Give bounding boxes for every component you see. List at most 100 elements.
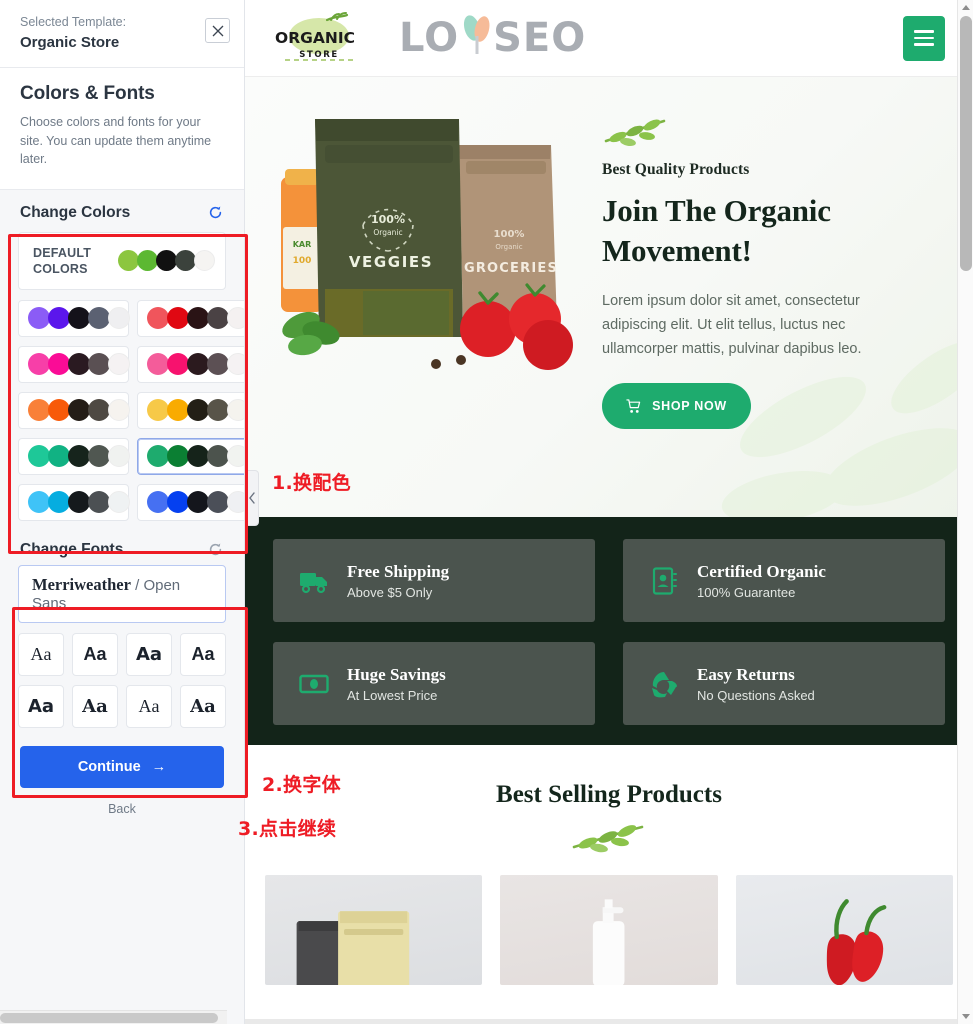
organic-store-logo[interactable]: ORGANIC STORE [267, 10, 367, 66]
hamburger-menu-button[interactable] [903, 15, 945, 61]
color-swatch [207, 399, 229, 421]
font-tile-sample: Aa [135, 643, 163, 665]
veggies-bag: 100% Organic VEGGIES [315, 119, 463, 337]
product-card[interactable] [265, 875, 483, 985]
customizer-sidebar: Selected Template: Organic Store Colors … [0, 0, 245, 1024]
feature-title: Huge Savings [347, 665, 446, 684]
scroll-up-arrow-icon[interactable] [962, 5, 970, 10]
close-icon [212, 25, 223, 36]
feature-card[interactable]: Certified Organic 100% Guarantee [623, 539, 945, 622]
hero-heading-line1: Join The Organic [602, 193, 831, 228]
shop-now-button[interactable]: SHOP NOW [602, 383, 751, 429]
sidebar-actions: Continue → Back [0, 728, 244, 816]
selected-template-name: Organic Store [20, 34, 120, 51]
product-card[interactable] [735, 875, 953, 985]
font-tile-4[interactable]: Aa [18, 684, 64, 728]
svg-text:100: 100 [293, 256, 312, 266]
color-swatch [28, 307, 50, 329]
delivery-truck-icon [299, 566, 329, 596]
palette-option-magenta[interactable] [18, 345, 130, 383]
product-card[interactable] [500, 875, 718, 985]
feature-card[interactable]: Huge Savings At Lowest Price [273, 642, 595, 725]
money-note-icon [299, 674, 329, 693]
feature-title: Certified Organic [697, 562, 826, 581]
annotation-2: 2.换字体 [262, 774, 341, 796]
font-tile-7[interactable]: Aa [180, 684, 226, 728]
font-tile-6[interactable]: Aa [126, 684, 172, 728]
continue-button[interactable]: Continue → [20, 745, 224, 788]
color-swatch [147, 353, 169, 375]
collapse-sidebar-handle[interactable] [245, 470, 259, 526]
palette-swatches [28, 307, 130, 329]
color-swatch [227, 445, 244, 467]
scrollbar-thumb[interactable] [960, 16, 972, 271]
reset-fonts-button[interactable] [206, 541, 224, 559]
color-swatch [28, 491, 50, 513]
font-tile-1[interactable]: Aa [72, 632, 118, 676]
site-preview: ORGANIC STORE LO SEO KAR 100 100% Organi… [245, 0, 973, 1024]
arrow-right-icon: → [151, 758, 167, 775]
palette-option-purple[interactable] [18, 299, 130, 337]
font-tile-3[interactable]: Aa [180, 632, 226, 676]
chevron-left-icon [248, 492, 255, 504]
palette-option-pink[interactable] [137, 345, 244, 383]
color-swatch [68, 399, 90, 421]
hero-heading: Join The Organic Movement! [602, 191, 902, 271]
current-font-pair[interactable]: Merriweather / Open Sans [18, 564, 226, 623]
preview-horizontal-scrollbar[interactable] [245, 1019, 973, 1024]
preview-vertical-scrollbar[interactable] [957, 0, 973, 1024]
recycle-icon [652, 671, 677, 697]
palette-swatches [28, 353, 130, 375]
change-colors-header: Change Colors [0, 190, 244, 232]
font-tile-0[interactable]: Aa [18, 632, 64, 676]
colors-fonts-intro: Colors & Fonts Choose colors and fonts f… [0, 68, 244, 190]
default-colors-line1: DEFAULT [33, 245, 92, 260]
scroll-down-arrow-icon[interactable] [962, 1014, 970, 1019]
font-tile-2[interactable]: Aa [126, 632, 172, 676]
hamburger-bar [914, 43, 934, 46]
selected-template-header: Selected Template: Organic Store [0, 0, 244, 68]
features-section: Free Shipping Above $5 Only Certified Or… [245, 517, 973, 745]
font-selector: Merriweather / Open Sans Aa Aa Aa Aa Aa … [0, 564, 244, 728]
annotation-3: 3.点击继续 [238, 818, 337, 840]
palette-option-skyblue[interactable] [18, 483, 130, 521]
font-tile-5[interactable]: Aa [72, 684, 118, 728]
color-swatch [194, 250, 215, 271]
color-swatch [108, 307, 130, 329]
color-swatch [68, 353, 90, 375]
hero-kicker: Best Quality Products [602, 161, 750, 178]
color-swatch [108, 399, 130, 421]
palette-option-blue[interactable] [137, 483, 244, 521]
color-swatch [187, 307, 209, 329]
palette-option-orange[interactable] [18, 391, 130, 429]
color-swatch [227, 491, 244, 513]
hamburger-bar [914, 36, 934, 40]
back-link[interactable]: Back [20, 802, 224, 816]
selected-template-text: Selected Template: Organic Store [20, 12, 126, 54]
close-button[interactable] [205, 18, 230, 43]
palette-swatches [28, 399, 130, 421]
palette-default-colors[interactable]: DEFAULT COLORS [18, 231, 226, 290]
scrollbar-thumb[interactable] [0, 1013, 218, 1023]
color-swatch [108, 353, 130, 375]
color-swatch [147, 445, 169, 467]
palette-option-teal[interactable] [18, 437, 130, 475]
font-tile-sample: Aa [27, 695, 55, 717]
reset-icon [209, 206, 221, 219]
star-anise [431, 355, 466, 369]
color-swatch [88, 307, 110, 329]
palette-option-yellow[interactable] [137, 391, 244, 429]
reset-colors-button[interactable] [206, 204, 224, 222]
color-swatch [147, 491, 169, 513]
hero-product-image: KAR 100 100% Organic GROCERIES 100% Orga… [281, 119, 573, 370]
feature-card[interactable]: Easy Returns No Questions Asked [623, 642, 945, 725]
feature-card[interactable]: Free Shipping Above $5 Only [273, 539, 595, 622]
color-swatch [187, 491, 209, 513]
sidebar-horizontal-scrollbar[interactable] [0, 1010, 227, 1024]
color-swatch [48, 399, 70, 421]
color-palettes: DEFAULT COLORS [0, 231, 244, 525]
feature-text: Easy Returns No Questions Asked [697, 664, 815, 703]
palette-option-green[interactable] [137, 437, 244, 475]
color-swatch [88, 399, 110, 421]
palette-option-red[interactable] [137, 299, 244, 337]
